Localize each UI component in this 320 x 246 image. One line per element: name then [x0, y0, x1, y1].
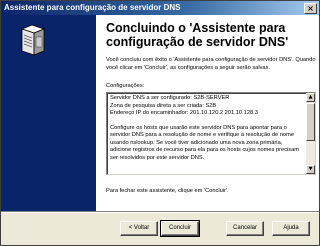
window-title: Assistente para configuração de servidor…	[4, 3, 181, 12]
wizard-side-panel	[1, 15, 96, 211]
vertical-scrollbar[interactable]: ▲ ▼	[306, 93, 315, 174]
config-label: Configurações:	[106, 83, 145, 89]
scroll-down-icon[interactable]: ▼	[306, 165, 315, 174]
server-icon	[20, 24, 46, 56]
finish-button[interactable]: Concluir	[160, 220, 200, 237]
cancel-button[interactable]: Cancelar	[226, 221, 264, 236]
close-icon[interactable]: ×	[304, 3, 317, 14]
button-separator	[1, 211, 319, 213]
config-summary-box[interactable]: Servidor DNS a ser configurado: S2B-SERV…	[106, 92, 316, 175]
config-note: Configure os hosts que usarão este servi…	[110, 124, 300, 161]
scroll-up-icon[interactable]: ▲	[306, 93, 315, 102]
help-button[interactable]: Ajuda	[272, 221, 310, 236]
finish-note: Para fechar este assistente, clique em '…	[106, 188, 229, 194]
config-line-server: Servidor DNS a ser configurado: S2B-SERV…	[110, 95, 230, 101]
back-button[interactable]: < Voltar	[120, 221, 158, 236]
title-bar: Assistente para configuração de servidor…	[1, 1, 319, 15]
config-line-zone: Zona de pesquisa direta a ser criada: S2…	[110, 102, 217, 109]
config-line-forwarder: Endereço IP do encaminhador: 201.10.120.…	[110, 110, 258, 116]
intro-text: Você concluiu com êxito o 'Assistente pa…	[106, 57, 316, 71]
wizard-content: Concluindo o 'Assistente para configuraç…	[96, 15, 319, 211]
page-title: Concluindo o 'Assistente para configuraç…	[106, 21, 289, 49]
scroll-thumb[interactable]	[306, 103, 315, 141]
wizard-window: Assistente para configuração de servidor…	[0, 0, 320, 246]
